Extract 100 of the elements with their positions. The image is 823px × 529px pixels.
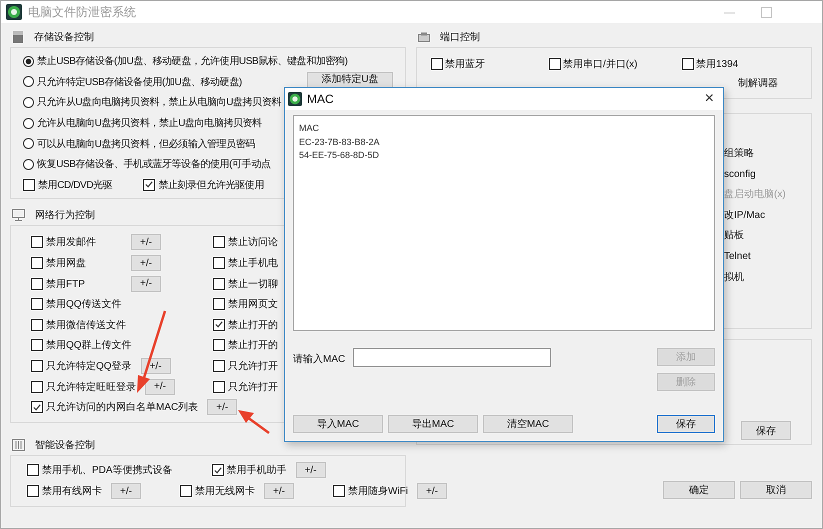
toggle-button[interactable]: +/- [417,483,447,499]
checkbox-label: 禁用手机、PDA等便携式设备 [42,464,173,477]
option-label: Telnet [724,250,752,264]
option-label: 拟机 [724,270,745,285]
checkbox[interactable] [31,401,43,414]
checkbox[interactable] [31,278,43,290]
drive-icon [12,30,24,44]
checkbox-label: 只允许特定QQ登录 [46,360,132,374]
option-label: 只允许从U盘向电脑拷贝资料，禁止从电脑向U盘拷贝资料 [37,96,282,110]
option-label: 只允许特定USB存储设备使用(加U盘、移动硬盘) [37,76,242,89]
checkbox-label: 禁用发邮件 [46,236,97,250]
option-label: 贴板 [724,228,745,244]
app-logo-icon [6,4,22,20]
checkbox-label: 只允许打开 [228,380,278,394]
checkbox[interactable] [31,339,43,352]
option-label: 盘启动电脑(x) [724,188,787,202]
checkbox[interactable] [213,236,225,248]
checkbox[interactable] [212,464,224,476]
option-label: 恢复USB存储设备、手机或蓝牙等设备的使用(可手动点 [37,158,270,172]
checkbox[interactable] [213,298,225,310]
toggle-button[interactable]: +/- [131,255,161,272]
dialog-button[interactable]: 确定 [663,481,735,499]
toggle-button[interactable]: +/- [131,234,161,250]
checkbox-label: 禁止刻录但允许光驱使用 [158,178,264,192]
dialog-button[interactable]: 导出MAC [388,415,478,433]
checkbox-label: 禁用无线网卡 [195,484,255,498]
checkbox[interactable] [213,339,225,352]
checkbox[interactable] [213,380,225,393]
dialog-button[interactable]: 导入MAC [293,415,383,433]
save-button[interactable]: 保存 [657,415,715,433]
dialog-button[interactable]: 取消 [740,481,812,499]
toggle-button[interactable]: +/- [264,483,294,499]
checkbox-label: 禁用蓝牙 [445,58,485,70]
radio-button[interactable] [23,76,34,88]
radio-button[interactable] [23,118,34,129]
checkbox[interactable] [213,318,225,331]
checkbox-label: 禁止手机电 [228,256,278,270]
window-title: 电脑文件防泄密系统 [28,4,136,20]
checkbox[interactable] [213,278,225,290]
checkbox-label: 禁止访问论 [228,236,278,250]
checkbox-label: 禁用串口/并口(x) [563,58,638,70]
checkbox[interactable] [213,257,225,270]
option-label: 允许从电脑向U盘拷贝资料，禁止U盘向电脑拷贝资料 [37,116,262,130]
option-label: 可以从电脑向U盘拷贝资料，但必须输入管理员密码 [37,138,256,151]
section-title: 智能设备控制 [35,438,95,452]
list-item[interactable]: 54-EE-75-68-8D-5D [299,149,380,162]
option-label: 组策略 [724,147,755,161]
checkbox[interactable] [31,236,43,248]
option-label: 改IP/Mac [724,208,766,223]
close-icon[interactable]: × [704,90,714,108]
checkbox-label: 制解调器 [738,76,778,90]
option-label: 禁止USB存储设备(加U盘、移动硬盘，允许使用USB鼠标、键盘和加密狗) [37,54,348,68]
list-item[interactable]: EC-23-7B-83-B8-2A [299,136,380,149]
checkbox-label: 禁用网页文 [228,298,278,312]
radio-button[interactable] [23,158,34,170]
checkbox[interactable] [213,360,225,372]
checkbox[interactable] [180,485,192,497]
checkbox[interactable] [333,485,345,497]
dialog-button[interactable]: 清空MAC [483,415,573,433]
sliders-icon [12,438,25,450]
annotation-arrow [237,409,271,435]
section-title: 网络行为控制 [35,208,95,222]
toggle-button[interactable]: +/- [207,399,238,416]
app-logo-icon [288,92,302,106]
checkbox[interactable] [31,298,43,310]
toggle-button[interactable]: +/- [145,378,175,395]
section-title: 存储设备控制 [34,30,94,44]
input-field[interactable] [353,348,552,367]
checkbox[interactable] [27,485,39,497]
checkbox-label: 禁用FTP [46,278,86,291]
checkbox-label: 禁用随身WiFi [348,484,408,498]
checkbox[interactable] [31,360,43,372]
checkbox-label: 只允许打开 [228,360,278,374]
checkbox-label: 禁用QQ传送文件 [46,298,122,312]
checkbox[interactable] [431,58,443,70]
checkbox-label: 禁止一切聊 [228,278,278,291]
checkbox[interactable] [31,257,43,270]
checkbox[interactable] [31,380,43,393]
checkbox[interactable] [549,58,561,70]
input-label: 请输入MAC [293,352,346,366]
toggle-button[interactable]: +/- [296,462,326,478]
radio-button[interactable] [23,56,34,67]
radio-button[interactable] [23,138,34,150]
checkbox[interactable] [143,178,156,191]
toggle-button[interactable]: +/- [140,358,171,374]
add-button[interactable]: 添加特定U盘 [307,72,393,88]
toggle-button[interactable]: +/- [111,483,141,499]
checkbox[interactable] [31,318,43,331]
checkbox[interactable] [27,464,39,476]
checkbox[interactable] [682,58,694,70]
option-label: sconfig [724,168,757,182]
checkbox-label: 只允许访问的内网白名单MAC列表 [46,400,198,414]
checkbox-label: 禁用1394 [696,58,738,70]
checkbox[interactable] [23,178,35,191]
checkbox-label: 禁止打开的 [228,338,278,352]
toggle-button[interactable]: +/- [131,276,161,292]
monitor-icon [12,209,25,222]
radio-button[interactable] [23,96,34,108]
checkbox-label: 禁用有线网卡 [42,484,102,498]
save-button[interactable]: 保存 [741,421,791,440]
